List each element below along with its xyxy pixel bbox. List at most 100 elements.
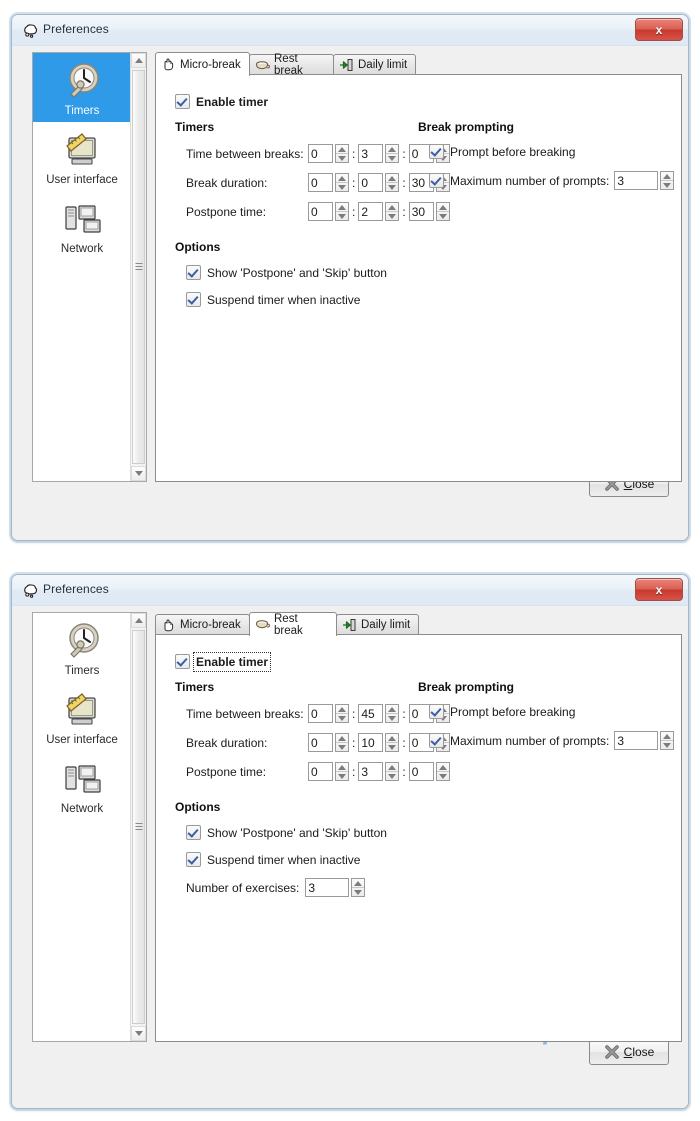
- scroll-up-button[interactable]: [131, 613, 146, 628]
- spin-down[interactable]: [386, 772, 398, 780]
- minutes-input[interactable]: [358, 202, 384, 221]
- spin-up[interactable]: [336, 705, 348, 714]
- prompt-before-breaking-checkbox[interactable]: Prompt before breaking: [429, 704, 575, 719]
- window-close-button[interactable]: x: [635, 578, 683, 601]
- spin-up[interactable]: [436, 763, 449, 772]
- show-postpone-skip-checkbox[interactable]: Show 'Postpone' and 'Skip' button: [186, 265, 387, 280]
- maximum-prompts-input[interactable]: [614, 171, 659, 190]
- tab-daily-limit[interactable]: Daily limit: [336, 614, 419, 635]
- spin-down[interactable]: [437, 772, 449, 780]
- postpone-time-hours[interactable]: [308, 202, 349, 221]
- enable-timer-checkbox[interactable]: Enable timer: [175, 94, 268, 109]
- spin-buttons[interactable]: [660, 171, 675, 190]
- scrollbar-thumb[interactable]: [132, 630, 145, 1024]
- seconds-input[interactable]: [408, 202, 434, 221]
- postpone-time-minutes[interactable]: [358, 202, 400, 221]
- postpone-time-seconds[interactable]: [408, 762, 450, 781]
- spin-buttons[interactable]: [385, 762, 400, 781]
- number-of-exercises-input[interactable]: [305, 878, 350, 897]
- spin-buttons[interactable]: [335, 173, 349, 192]
- tab-daily-limit[interactable]: Daily limit: [333, 54, 416, 75]
- break-duration-hours[interactable]: [308, 733, 349, 752]
- spin-buttons[interactable]: [335, 733, 349, 752]
- spin-down[interactable]: [336, 154, 348, 162]
- spin-down[interactable]: [336, 772, 348, 780]
- sidebar-item-user-interface[interactable]: User interface: [33, 122, 131, 191]
- spin-up[interactable]: [661, 732, 674, 741]
- postpone-time-seconds[interactable]: [408, 202, 450, 221]
- spin-up[interactable]: [386, 734, 399, 743]
- postpone-time-hours[interactable]: [308, 762, 349, 781]
- sidebar-item-timers[interactable]: Timers: [33, 53, 131, 122]
- hours-input[interactable]: [308, 173, 333, 192]
- break-duration-minutes[interactable]: [358, 733, 400, 752]
- spin-down[interactable]: [336, 212, 348, 220]
- sidebar-item-network[interactable]: Network: [33, 751, 131, 820]
- spin-up[interactable]: [352, 879, 365, 888]
- spin-down[interactable]: [437, 212, 449, 220]
- close-button[interactable]: Close: [589, 1039, 669, 1065]
- spin-buttons[interactable]: [385, 173, 400, 192]
- spin-down[interactable]: [386, 183, 398, 191]
- spin-down[interactable]: [336, 743, 348, 751]
- spin-up[interactable]: [336, 203, 348, 212]
- spin-up[interactable]: [386, 763, 399, 772]
- spin-down[interactable]: [386, 154, 398, 162]
- window-close-button[interactable]: x: [635, 18, 683, 41]
- suspend-timer-checkbox[interactable]: Suspend timer when inactive: [186, 292, 360, 307]
- minutes-input[interactable]: [358, 733, 384, 752]
- hours-input[interactable]: [308, 733, 333, 752]
- tab-rest-break[interactable]: Rest break: [249, 612, 337, 637]
- spin-up[interactable]: [661, 172, 674, 181]
- spin-up[interactable]: [436, 203, 449, 212]
- spin-buttons[interactable]: [335, 762, 349, 781]
- hours-input[interactable]: [308, 704, 333, 723]
- spin-up[interactable]: [386, 203, 399, 212]
- sidebar-scrollbar-2[interactable]: [130, 613, 146, 1041]
- spin-buttons[interactable]: [385, 733, 400, 752]
- minutes-input[interactable]: [358, 144, 384, 163]
- spin-down[interactable]: [336, 183, 348, 191]
- spin-down[interactable]: [386, 743, 398, 751]
- show-postpone-skip-checkbox[interactable]: Show 'Postpone' and 'Skip' button: [186, 825, 387, 840]
- spin-buttons[interactable]: [335, 202, 349, 221]
- spin-buttons[interactable]: [385, 202, 400, 221]
- spin-up[interactable]: [386, 174, 399, 183]
- enable-timer-checkbox[interactable]: Enable timer: [175, 651, 272, 672]
- spin-down[interactable]: [386, 212, 398, 220]
- hours-input[interactable]: [308, 144, 333, 163]
- spin-buttons[interactable]: [660, 731, 675, 750]
- sidebar-item-user-interface[interactable]: User interface: [33, 682, 131, 751]
- sidebar-scrollbar-1[interactable]: [130, 53, 146, 481]
- tab-micro-break[interactable]: Micro-break: [155, 52, 250, 76]
- spin-down[interactable]: [336, 714, 348, 722]
- spin-buttons[interactable]: [335, 704, 349, 723]
- hours-input[interactable]: [308, 202, 333, 221]
- maximum-prompts-checkbox[interactable]: Maximum number of prompts:: [429, 733, 609, 748]
- spin-up[interactable]: [336, 145, 348, 154]
- spin-up[interactable]: [386, 145, 399, 154]
- spin-up[interactable]: [386, 705, 399, 714]
- time-between-breaks-hours[interactable]: [308, 704, 349, 723]
- minutes-input[interactable]: [358, 704, 384, 723]
- spin-buttons[interactable]: [385, 704, 400, 723]
- number-of-exercises-spinner[interactable]: [305, 878, 366, 897]
- spin-buttons[interactable]: [351, 878, 366, 897]
- tab-micro-break[interactable]: Micro-break: [155, 614, 250, 635]
- maximum-prompts-input[interactable]: [614, 731, 659, 750]
- spin-buttons[interactable]: [335, 144, 349, 163]
- sidebar-item-timers[interactable]: Timers: [33, 613, 131, 682]
- time-between-breaks-minutes[interactable]: [358, 144, 400, 163]
- minutes-input[interactable]: [358, 173, 384, 192]
- break-duration-minutes[interactable]: [358, 173, 400, 192]
- spin-up[interactable]: [336, 734, 348, 743]
- seconds-input[interactable]: [408, 762, 434, 781]
- scroll-down-button[interactable]: [131, 1026, 146, 1041]
- spin-up[interactable]: [336, 763, 348, 772]
- minutes-input[interactable]: [358, 762, 384, 781]
- time-between-breaks-hours[interactable]: [308, 144, 349, 163]
- time-between-breaks-minutes[interactable]: [358, 704, 400, 723]
- break-duration-hours[interactable]: [308, 173, 349, 192]
- maximum-prompts-checkbox[interactable]: Maximum number of prompts:: [429, 173, 609, 188]
- spin-down[interactable]: [661, 181, 673, 189]
